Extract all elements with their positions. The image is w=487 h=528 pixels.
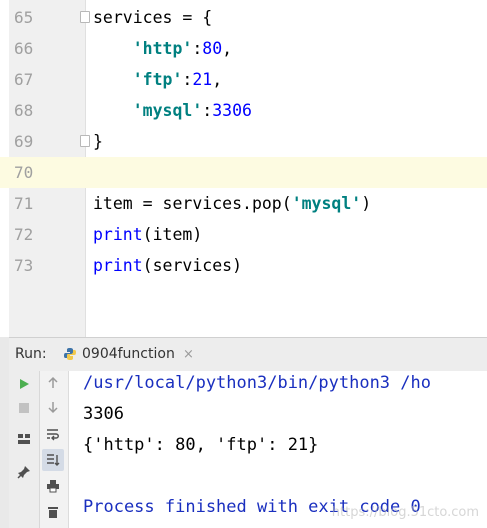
line-number: 66 — [14, 39, 34, 58]
up-arrow-icon[interactable] — [42, 372, 64, 394]
code-line[interactable]: 70 — [0, 157, 487, 188]
number-or-builtin: 3306 — [212, 101, 252, 120]
run-toolbar-secondary — [40, 371, 69, 528]
code-line[interactable]: 65 services = { — [0, 2, 487, 33]
code-token: : — [192, 39, 203, 58]
code-token: ) — [361, 194, 372, 213]
scroll-to-end-icon[interactable] — [42, 449, 64, 471]
run-icon[interactable] — [13, 373, 35, 395]
run-panel-header: Run: 0904function × — [9, 337, 487, 372]
fold-marker-icon[interactable] — [80, 135, 90, 147]
string-literal: 'ftp' — [132, 70, 183, 89]
console-line: {'http': 80, 'ftp': 21} — [83, 435, 319, 455]
string-literal: 'mysql' — [132, 101, 203, 120]
code-text: print(services) — [93, 250, 242, 281]
code-text: 'mysql':3306 — [93, 95, 252, 126]
down-arrow-icon[interactable] — [42, 396, 64, 418]
code-text: } — [93, 126, 103, 157]
code-token: } — [93, 132, 103, 151]
code-token: , — [212, 70, 223, 89]
number-or-builtin: print — [93, 256, 143, 275]
code-text: 'http':80, — [93, 33, 232, 64]
line-number: 70 — [14, 163, 34, 182]
number-or-builtin: print — [93, 225, 143, 244]
string-literal: 'http' — [132, 39, 193, 58]
run-tab-label: 0904function — [82, 346, 175, 362]
line-number: 65 — [14, 8, 34, 27]
code-line[interactable]: 72 print(item) — [0, 219, 487, 250]
code-text: services = { — [93, 2, 212, 33]
code-text: 'ftp':21, — [93, 64, 222, 95]
code-line[interactable]: 66 'http':80, — [0, 33, 487, 64]
console-line: /usr/local/python3/bin/python3 /ho — [83, 373, 431, 393]
pin-icon[interactable] — [13, 461, 35, 483]
watermark: https://blog.51cto.com — [331, 505, 479, 520]
fold-marker-icon[interactable] — [80, 11, 90, 23]
console-output[interactable]: /usr/local/python3/bin/python3 /ho 3306 {'… — [69, 371, 487, 528]
code-text: print(item) — [93, 219, 202, 250]
trash-icon[interactable] — [42, 501, 64, 523]
line-number: 69 — [14, 132, 34, 151]
code-line[interactable]: 73 print(services) — [0, 250, 487, 281]
line-number: 67 — [14, 70, 34, 89]
code-token: item = services.pop( — [93, 194, 292, 213]
code-token: , — [222, 39, 233, 58]
code-text: item = services.pop('mysql') — [93, 188, 371, 219]
code-line[interactable]: 69} — [0, 126, 487, 157]
code-line[interactable]: 67 'ftp':21, — [0, 64, 487, 95]
code-line[interactable]: 68 'mysql':3306 — [0, 95, 487, 126]
run-label: Run: — [15, 346, 47, 362]
run-toolbar-primary — [9, 371, 40, 528]
python-icon — [64, 348, 76, 360]
number-or-builtin: 21 — [192, 70, 213, 89]
line-number: 68 — [14, 101, 34, 120]
line-number: 71 — [14, 194, 34, 213]
number-or-builtin: 80 — [202, 39, 223, 58]
line-number: 73 — [14, 256, 34, 275]
layout-icon[interactable] — [13, 428, 35, 450]
soft-wrap-icon[interactable] — [42, 423, 64, 445]
code-token: (services) — [142, 256, 243, 275]
code-line[interactable]: 71 item = services.pop('mysql') — [0, 188, 487, 219]
line-number: 72 — [14, 225, 34, 244]
close-icon[interactable]: × — [183, 338, 194, 371]
code-editor[interactable]: 65 services = {66 'http':80, 67 'ftp':21, 6… — [0, 0, 487, 337]
print-icon[interactable] — [42, 475, 64, 497]
code-token: services = { — [93, 8, 213, 27]
code-token: : — [202, 101, 213, 120]
code-token: (item) — [142, 225, 203, 244]
stop-icon[interactable] — [13, 397, 35, 419]
code-token: : — [182, 70, 193, 89]
console-line: 3306 — [83, 404, 124, 424]
string-literal: 'mysql' — [291, 194, 362, 213]
